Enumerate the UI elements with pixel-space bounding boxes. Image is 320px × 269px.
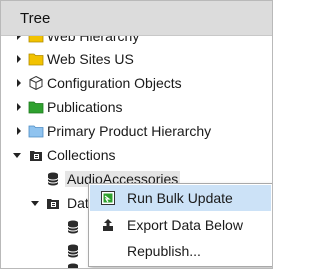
- expand-arrow-icon[interactable]: [14, 126, 24, 136]
- tree-item-label: Primary Product Hierarchy: [47, 123, 212, 139]
- collection-icon: [45, 195, 61, 211]
- cube-icon: [28, 75, 44, 91]
- blue-folder-icon: [28, 123, 44, 139]
- menu-item-republish[interactable]: Republish...: [90, 238, 271, 264]
- database-icon: [65, 219, 81, 235]
- tree-item-web-sites-us[interactable]: Web Sites US: [1, 48, 272, 70]
- menu-item-run-bulk-update[interactable]: Run Bulk Update: [90, 185, 271, 211]
- tree-item-configuration-objects[interactable]: Configuration Objects: [1, 72, 272, 94]
- expand-arrow-icon[interactable]: [14, 78, 24, 88]
- expand-arrow-icon[interactable]: [14, 102, 24, 112]
- folder-icon: [28, 51, 44, 67]
- run-bulk-update-icon: [100, 190, 116, 206]
- menu-item-label: Republish...: [127, 243, 201, 259]
- tree-item-label: Publications: [47, 99, 123, 115]
- tree-panel: Web Hierarchy Web Sites US Configuration…: [0, 0, 273, 269]
- export-icon: [100, 217, 116, 233]
- collapse-arrow-icon[interactable]: [12, 150, 22, 160]
- tree-item-label: Dat: [67, 195, 89, 211]
- context-menu: Run Bulk Update Export Data Below Republ…: [88, 183, 272, 267]
- menu-item-label: Run Bulk Update: [127, 190, 233, 206]
- tree-item-label: Collections: [47, 147, 116, 163]
- tree-item-label: Web Sites US: [47, 51, 134, 67]
- panel-header: Tree: [1, 1, 272, 36]
- expand-arrow-icon[interactable]: [14, 54, 24, 64]
- database-icon: [65, 243, 81, 259]
- collapse-arrow-icon[interactable]: [30, 198, 40, 208]
- tree-item-primary-product-hierarchy[interactable]: Primary Product Hierarchy: [1, 120, 272, 142]
- tree-item-collections[interactable]: Collections: [1, 144, 272, 166]
- tree-item-publications[interactable]: Publications: [1, 96, 272, 118]
- menu-item-label: Export Data Below: [127, 217, 243, 233]
- database-icon: [45, 171, 61, 187]
- panel-title: Tree: [20, 10, 51, 27]
- tree-item-label: Configuration Objects: [47, 75, 182, 91]
- green-folder-icon: [28, 99, 44, 115]
- collection-icon: [28, 147, 44, 163]
- menu-item-export-data-below[interactable]: Export Data Below: [90, 212, 271, 238]
